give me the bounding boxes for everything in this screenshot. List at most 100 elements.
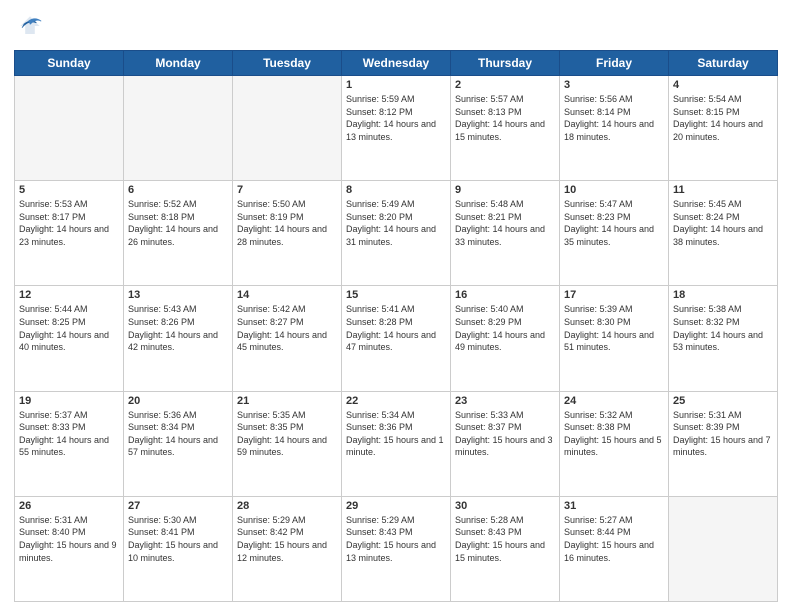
day-info: Sunrise: 5:40 AMSunset: 8:29 PMDaylight:…	[455, 303, 555, 353]
day-number: 24	[564, 395, 664, 407]
calendar-week-row: 1 Sunrise: 5:59 AMSunset: 8:12 PMDaylight…	[15, 76, 778, 181]
day-number: 21	[237, 395, 337, 407]
day-info: Sunrise: 5:42 AMSunset: 8:27 PMDaylight:…	[237, 303, 337, 353]
day-number: 10	[564, 184, 664, 196]
calendar-header-row: SundayMondayTuesdayWednesdayThursdayFrid…	[15, 51, 778, 76]
calendar-day-cell: 31 Sunrise: 5:27 AMSunset: 8:44 PMDayligh…	[560, 496, 669, 601]
calendar-week-row: 19Sunrise: 5:37 AMSunset: 8:33 PMDayligh…	[15, 391, 778, 496]
calendar-day-cell: 23 Sunrise: 5:33 AMSunset: 8:37 PMDayligh…	[451, 391, 560, 496]
day-number: 4	[673, 79, 773, 91]
day-info: Sunrise: 5:54 AMSunset: 8:15 PMDaylight:…	[673, 93, 773, 143]
day-number: 22	[346, 395, 446, 407]
logo	[14, 10, 50, 42]
calendar-header-cell: Wednesday	[342, 51, 451, 76]
day-number: 1	[346, 79, 446, 91]
calendar-day-cell: 29Sunrise: 5:29 AMSunset: 8:43 PMDayligh…	[342, 496, 451, 601]
day-info: Sunrise: 5:57 AMSunset: 8:13 PMDaylight:…	[455, 93, 555, 143]
calendar-table: SundayMondayTuesdayWednesdayThursdayFrid…	[14, 50, 778, 602]
calendar-header-cell: Tuesday	[233, 51, 342, 76]
day-number: 29	[346, 500, 446, 512]
day-info: Sunrise: 5:29 AMSunset: 8:42 PMDaylight:…	[237, 514, 337, 564]
calendar-day-cell: 8 Sunrise: 5:49 AMSunset: 8:20 PMDaylight…	[342, 181, 451, 286]
day-info: Sunrise: 5:38 AMSunset: 8:32 PMDaylight:…	[673, 303, 773, 353]
calendar-day-cell	[15, 76, 124, 181]
day-info: Sunrise: 5:27 AMSunset: 8:44 PMDaylight:…	[564, 514, 664, 564]
calendar-day-cell: 28 Sunrise: 5:29 AMSunset: 8:42 PMDayligh…	[233, 496, 342, 601]
day-number: 11	[673, 184, 773, 196]
day-info: Sunrise: 5:34 AMSunset: 8:36 PMDaylight:…	[346, 409, 446, 459]
day-number: 27	[128, 500, 228, 512]
calendar-day-cell: 13 Sunrise: 5:43 AMSunset: 8:26 PMDayligh…	[124, 286, 233, 391]
calendar-week-row: 5 Sunrise: 5:53 AMSunset: 8:17 PMDaylight…	[15, 181, 778, 286]
day-info: Sunrise: 5:35 AMSunset: 8:35 PMDaylight:…	[237, 409, 337, 459]
day-info: Sunrise: 5:33 AMSunset: 8:37 PMDaylight:…	[455, 409, 555, 459]
calendar-header-cell: Thursday	[451, 51, 560, 76]
calendar-day-cell: 25Sunrise: 5:31 AMSunset: 8:39 PMDayligh…	[669, 391, 778, 496]
calendar-day-cell: 20 Sunrise: 5:36 AMSunset: 8:34 PMDayligh…	[124, 391, 233, 496]
calendar-day-cell: 4 Sunrise: 5:54 AMSunset: 8:15 PMDaylight…	[669, 76, 778, 181]
day-number: 8	[346, 184, 446, 196]
calendar-day-cell: 22 Sunrise: 5:34 AMSunset: 8:36 PMDayligh…	[342, 391, 451, 496]
calendar-header-cell: Sunday	[15, 51, 124, 76]
day-number: 15	[346, 289, 446, 301]
calendar-day-cell: 2 Sunrise: 5:57 AMSunset: 8:13 PMDaylight…	[451, 76, 560, 181]
calendar-day-cell: 16 Sunrise: 5:40 AMSunset: 8:29 PMDayligh…	[451, 286, 560, 391]
day-info: Sunrise: 5:28 AMSunset: 8:43 PMDaylight:…	[455, 514, 555, 564]
day-info: Sunrise: 5:45 AMSunset: 8:24 PMDaylight:…	[673, 198, 773, 248]
calendar-day-cell: 3Sunrise: 5:56 AMSunset: 8:14 PMDaylight…	[560, 76, 669, 181]
day-info: Sunrise: 5:32 AMSunset: 8:38 PMDaylight:…	[564, 409, 664, 459]
day-number: 23	[455, 395, 555, 407]
calendar-day-cell: 7 Sunrise: 5:50 AMSunset: 8:19 PMDaylight…	[233, 181, 342, 286]
day-info: Sunrise: 5:41 AMSunset: 8:28 PMDaylight:…	[346, 303, 446, 353]
day-info: Sunrise: 5:49 AMSunset: 8:20 PMDaylight:…	[346, 198, 446, 248]
calendar-day-cell: 5 Sunrise: 5:53 AMSunset: 8:17 PMDaylight…	[15, 181, 124, 286]
day-info: Sunrise: 5:31 AMSunset: 8:40 PMDaylight:…	[19, 514, 119, 564]
day-number: 16	[455, 289, 555, 301]
calendar-week-row: 12 Sunrise: 5:44 AMSunset: 8:25 PMDayligh…	[15, 286, 778, 391]
calendar-header-cell: Monday	[124, 51, 233, 76]
day-number: 13	[128, 289, 228, 301]
day-number: 18	[673, 289, 773, 301]
calendar-day-cell: 10 Sunrise: 5:47 AMSunset: 8:23 PMDayligh…	[560, 181, 669, 286]
calendar-day-cell: 19Sunrise: 5:37 AMSunset: 8:33 PMDayligh…	[15, 391, 124, 496]
calendar-header-cell: Saturday	[669, 51, 778, 76]
day-info: Sunrise: 5:31 AMSunset: 8:39 PMDaylight:…	[673, 409, 773, 459]
day-info: Sunrise: 5:43 AMSunset: 8:26 PMDaylight:…	[128, 303, 228, 353]
day-number: 26	[19, 500, 119, 512]
day-number: 31	[564, 500, 664, 512]
calendar-day-cell	[233, 76, 342, 181]
calendar-day-cell: 27 Sunrise: 5:30 AMSunset: 8:41 PMDayligh…	[124, 496, 233, 601]
calendar-body: 1 Sunrise: 5:59 AMSunset: 8:12 PMDaylight…	[15, 76, 778, 602]
calendar-day-cell: 6Sunrise: 5:52 AMSunset: 8:18 PMDaylight…	[124, 181, 233, 286]
calendar-day-cell: 12 Sunrise: 5:44 AMSunset: 8:25 PMDayligh…	[15, 286, 124, 391]
calendar-day-cell: 30Sunrise: 5:28 AMSunset: 8:43 PMDayligh…	[451, 496, 560, 601]
page: SundayMondayTuesdayWednesdayThursdayFrid…	[0, 0, 792, 612]
day-info: Sunrise: 5:44 AMSunset: 8:25 PMDaylight:…	[19, 303, 119, 353]
day-number: 5	[19, 184, 119, 196]
calendar-week-row: 26 Sunrise: 5:31 AMSunset: 8:40 PMDayligh…	[15, 496, 778, 601]
day-number: 14	[237, 289, 337, 301]
calendar-day-cell	[669, 496, 778, 601]
generalblue-logo-icon	[14, 10, 46, 42]
day-info: Sunrise: 5:47 AMSunset: 8:23 PMDaylight:…	[564, 198, 664, 248]
day-number: 20	[128, 395, 228, 407]
day-info: Sunrise: 5:53 AMSunset: 8:17 PMDaylight:…	[19, 198, 119, 248]
calendar-day-cell: 15 Sunrise: 5:41 AMSunset: 8:28 PMDayligh…	[342, 286, 451, 391]
calendar-day-cell: 14 Sunrise: 5:42 AMSunset: 8:27 PMDayligh…	[233, 286, 342, 391]
calendar-day-cell	[124, 76, 233, 181]
calendar-day-cell: 1 Sunrise: 5:59 AMSunset: 8:12 PMDaylight…	[342, 76, 451, 181]
day-info: Sunrise: 5:50 AMSunset: 8:19 PMDaylight:…	[237, 198, 337, 248]
day-info: Sunrise: 5:36 AMSunset: 8:34 PMDaylight:…	[128, 409, 228, 459]
calendar-day-cell: 9Sunrise: 5:48 AMSunset: 8:21 PMDaylight…	[451, 181, 560, 286]
day-number: 2	[455, 79, 555, 91]
header	[14, 10, 778, 42]
day-info: Sunrise: 5:48 AMSunset: 8:21 PMDaylight:…	[455, 198, 555, 248]
day-number: 12	[19, 289, 119, 301]
day-number: 17	[564, 289, 664, 301]
day-number: 6	[128, 184, 228, 196]
day-number: 7	[237, 184, 337, 196]
calendar-header-cell: Friday	[560, 51, 669, 76]
day-info: Sunrise: 5:30 AMSunset: 8:41 PMDaylight:…	[128, 514, 228, 564]
day-info: Sunrise: 5:59 AMSunset: 8:12 PMDaylight:…	[346, 93, 446, 143]
day-number: 28	[237, 500, 337, 512]
